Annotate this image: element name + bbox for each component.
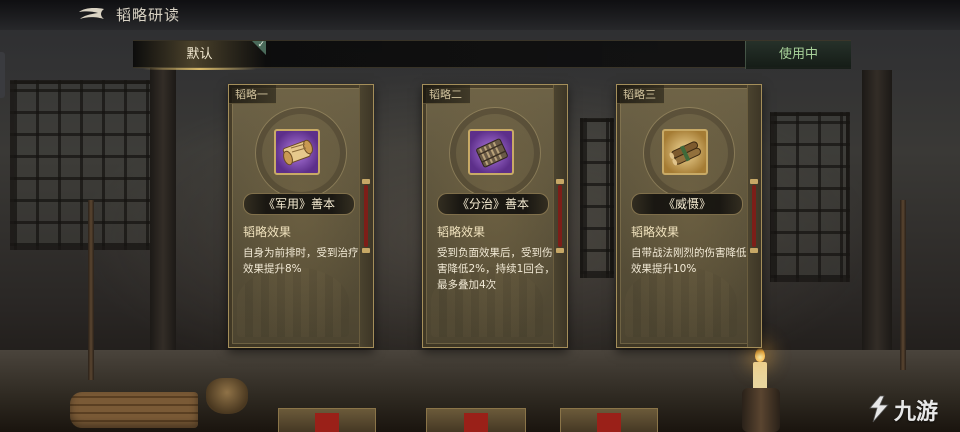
candle-stand-left <box>88 200 94 380</box>
effect-heading: 韬略效果 <box>437 225 486 239</box>
incense-burner <box>206 378 248 414</box>
scroll-indicator[interactable] <box>556 179 564 253</box>
effect-heading: 韬略效果 <box>243 225 292 239</box>
candle-stand-right <box>900 200 906 370</box>
book-case-1 <box>278 408 376 432</box>
bamboo-slips-icon[interactable] <box>468 129 514 175</box>
scroll-indicator[interactable] <box>362 179 370 253</box>
watermark: 九游 <box>864 392 956 426</box>
scroll-item-icon[interactable] <box>274 129 320 175</box>
strategy-card-2[interactable]: 韬略二 《分治》善本 韬略效果 受到负面效果后，受到伤害降低2%，持续1回合，最… <box>422 84 568 348</box>
book-case-3 <box>560 408 658 432</box>
effect-description: 自带战法刚烈的伤害降低效果提升10% <box>631 247 747 275</box>
candle <box>753 362 767 390</box>
in-use-button[interactable]: 使用中 <box>745 41 851 69</box>
effect-description: 自身为前排时，受到治疗效果提升8% <box>243 247 359 275</box>
effect-description: 受到负面效果后，受到伤害降低2%，持续1回合，最多叠加4次 <box>437 247 555 291</box>
preset-tab-bar: 默认 ✓ 使用中 <box>133 40 851 70</box>
strategy-card-1[interactable]: 韬略一 《军用》善本 韬略效果 自身为前排时，受到治疗效果提升8% <box>228 84 374 348</box>
scroll-indicator[interactable] <box>750 179 758 253</box>
back-arrow-icon[interactable] <box>76 6 106 22</box>
bamboo-scroll-prop <box>70 392 198 428</box>
in-use-label: 使用中 <box>778 47 818 62</box>
watermark-text: 九游 <box>894 400 939 425</box>
title-bar: 韬略研读 <box>0 0 960 30</box>
check-icon: ✓ <box>257 40 265 50</box>
book-case-2 <box>426 408 526 432</box>
strategy-card-3[interactable]: 韬略三 《威慑》 韬略效果 自带战法刚烈的伤害降低效果提升10% <box>616 84 762 348</box>
page-title: 韬略研读 <box>116 6 181 24</box>
card-slot-tag: 韬略二 <box>423 85 470 104</box>
effect-heading: 韬略效果 <box>631 225 680 239</box>
pillar-right <box>862 70 892 360</box>
jiuyou-logo-icon <box>869 395 889 423</box>
card-title: 《军用》善本 <box>243 193 355 215</box>
tab-default-label: 默认 <box>186 47 213 62</box>
lattice-window-mid <box>580 118 614 278</box>
lattice-window-right <box>770 112 850 282</box>
card-title: 《分治》善本 <box>437 193 549 215</box>
lattice-window-left <box>10 80 160 250</box>
side-drawer-handle[interactable] <box>0 52 5 98</box>
card-slot-tag: 韬略一 <box>229 85 276 104</box>
pillar-left <box>150 60 176 360</box>
scroll-bundle-icon[interactable] <box>662 129 708 175</box>
candle-holder <box>742 388 780 432</box>
card-title: 《威慑》 <box>631 193 743 215</box>
tab-default[interactable]: 默认 ✓ <box>133 40 266 70</box>
card-slot-tag: 韬略三 <box>617 85 664 104</box>
candle-flame <box>755 348 765 362</box>
floor <box>0 350 960 432</box>
